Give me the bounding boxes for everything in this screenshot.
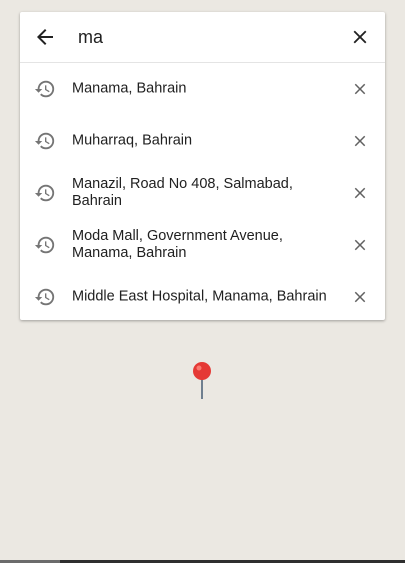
history-icon (34, 236, 55, 254)
close-icon[interactable] (351, 236, 369, 254)
history-icon (34, 80, 55, 98)
history-icon (34, 184, 55, 202)
search-card: Manama, Bahrain Muharraq, Bahrain Manazi… (20, 12, 385, 320)
suggestion-label: Manama, Bahrain (72, 80, 187, 97)
close-icon[interactable] (349, 26, 371, 48)
suggestion-label: Middle East Hospital, Manama, Bahrain (72, 288, 327, 305)
suggestion-item[interactable]: Muharraq, Bahrain (20, 115, 385, 167)
suggestion-list: Manama, Bahrain Muharraq, Bahrain Manazi… (20, 63, 385, 320)
suggestion-label: Moda Mall, Government Avenue, Manama, Ba… (72, 228, 283, 261)
suggestion-item[interactable]: Moda Mall, Government Avenue, Manama, Ba… (20, 219, 385, 271)
search-input[interactable] (78, 24, 328, 50)
close-icon[interactable] (351, 132, 369, 150)
close-icon[interactable] (351, 184, 369, 202)
history-icon (34, 288, 55, 306)
suggestion-item[interactable]: Manama, Bahrain (20, 63, 385, 115)
close-icon[interactable] (351, 288, 369, 306)
suggestion-item[interactable]: Middle East Hospital, Manama, Bahrain (20, 271, 385, 320)
search-bar (20, 12, 385, 63)
history-icon (34, 132, 55, 150)
arrow-back-icon[interactable] (33, 25, 57, 49)
suggestion-label: Manazil, Road No 408, Salmabad, Bahrain (72, 176, 293, 209)
suggestion-label: Muharraq, Bahrain (72, 132, 193, 149)
map-pin-icon[interactable] (192, 361, 212, 401)
suggestion-item[interactable]: Manazil, Road No 408, Salmabad, Bahrain (20, 167, 385, 219)
close-icon[interactable] (351, 80, 369, 98)
